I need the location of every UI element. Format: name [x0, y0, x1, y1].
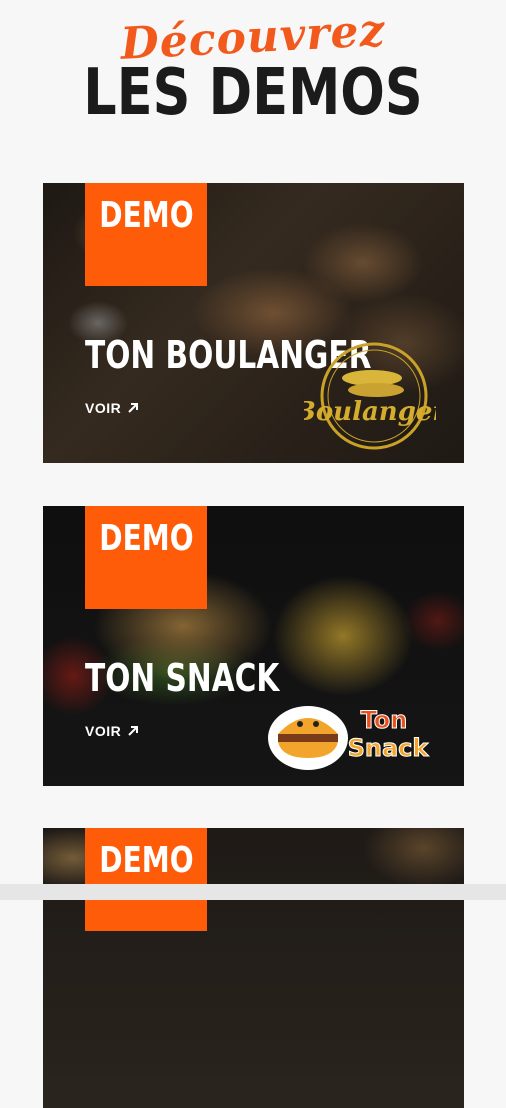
ton-snack-logo: Ton Snack [268, 706, 430, 770]
logo-text-line1: Ton [361, 706, 408, 734]
demo-badge: DEMO [85, 828, 207, 931]
browser-bottom-bar [0, 884, 506, 900]
demo-card-snack[interactable]: DEMO TON SNACK VOIR Ton Snack [43, 506, 464, 786]
voir-link[interactable]: VOIR [85, 400, 139, 416]
demo-card-boulanger[interactable]: DEMO TON BOULANGER VOIR Boulanger [43, 183, 464, 463]
arrow-up-right-icon [128, 726, 139, 736]
demo-badge: DEMO [85, 183, 207, 286]
voir-label: VOIR [85, 400, 122, 416]
boulanger-logo: Boulanger [304, 342, 436, 450]
arrow-up-right-icon [128, 403, 139, 413]
logo-text-line2: Snack [348, 734, 430, 762]
logo-text: Boulanger [304, 397, 436, 427]
voir-link[interactable]: VOIR [85, 723, 139, 739]
demo-badge: DEMO [85, 506, 207, 609]
page-title: LES DEMOS [83, 56, 423, 130]
demo-card-third[interactable]: DEMO [43, 828, 464, 1108]
voir-label: VOIR [85, 723, 122, 739]
card-title: TON SNACK [85, 656, 280, 700]
